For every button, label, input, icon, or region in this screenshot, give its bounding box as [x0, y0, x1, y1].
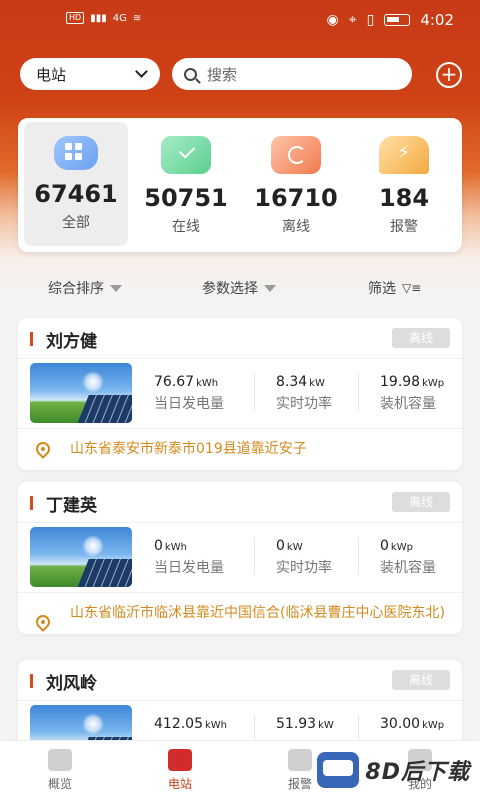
station-card-header: 丁建英 离线 — [18, 482, 462, 522]
stat-alarm[interactable]: 184 报警 — [352, 122, 456, 246]
station-metrics: 0 kWh 当日发电量 0 kW 实时功率 0 kWp 装机容量 — [18, 522, 462, 592]
metric-realtime-power: 51.93 kW — [276, 716, 334, 732]
eye-icon: ◉ — [326, 12, 339, 28]
chevron-down-icon — [135, 65, 148, 78]
station-card[interactable]: 刘风岭 离线 412.05 kWh 51.93 kW 30.00 kWp — [18, 660, 462, 750]
accent-bar — [30, 332, 33, 346]
watermark-logo: 8D后下载 — [317, 752, 470, 788]
grid-icon — [54, 136, 98, 170]
location-status-icon: ⌖ — [348, 12, 357, 28]
filter-bar: 综合排序 参数选择 筛选 ▽≡ — [0, 278, 480, 298]
tab-overview-label: 概览 — [47, 777, 72, 791]
stat-online[interactable]: 50751 在线 — [134, 122, 238, 246]
station-address: 山东省临沂市临沭县靠近中国信合(临沭县曹庄中心医院东北) — [18, 592, 462, 634]
status-bar-left: HD ▮▮▮ 4G ≋ — [66, 12, 141, 24]
stat-alarm-label: 报警 — [390, 219, 418, 235]
solar-panel-thumbnail — [30, 527, 132, 587]
solar-panel-thumbnail — [30, 363, 132, 423]
metric-daily-energy: 412.05 kWh — [154, 716, 228, 732]
location-pin-icon — [33, 612, 53, 632]
status-bar: HD ▮▮▮ 4G ≋ ◉ ⌖ ▯ 4:02 — [0, 0, 480, 40]
search-placeholder: 搜索 — [207, 65, 238, 84]
status-time: 4:02 — [420, 11, 454, 29]
station-type-select[interactable]: 电站 — [20, 58, 160, 90]
tab-overview[interactable]: 概览 — [20, 749, 100, 792]
filter-button[interactable]: 筛选 ▽≡ — [368, 278, 421, 298]
stat-online-label: 在线 — [172, 219, 200, 235]
metric-daily-energy: 0 kWh 当日发电量 — [154, 538, 224, 576]
accent-bar — [30, 496, 33, 510]
metric-daily-energy: 76.67 kWh 当日发电量 — [154, 374, 224, 412]
signal-icon: ▮▮▮ — [90, 12, 107, 24]
funnel-icon: ▽≡ — [402, 281, 422, 295]
station-card[interactable]: 刘方健 离线 76.67 kWh 当日发电量 8.34 kW 实时功率 19.98 k… — [18, 318, 462, 470]
stat-all-value: 67461 — [34, 180, 118, 208]
status-badge: 离线 — [392, 328, 450, 348]
status-badge: 离线 — [392, 670, 450, 690]
station-address: 山东省泰安市新泰市019县道靠近安子 — [18, 428, 462, 470]
param-select-dropdown[interactable]: 参数选择 — [202, 278, 276, 298]
triangle-down-icon — [110, 284, 122, 292]
tab-station[interactable]: 电站 — [140, 749, 220, 792]
triangle-down-icon — [264, 284, 276, 292]
stats-summary-card: 67461 全部 50751 在线 16710 离线 184 报警 — [18, 118, 462, 252]
station-owner-name: 刘方健 — [46, 332, 97, 352]
metric-realtime-power: 0 kW 实时功率 — [276, 538, 332, 576]
sort-label: 综合排序 — [48, 281, 104, 297]
stat-alarm-value: 184 — [378, 184, 430, 212]
vibrate-icon: ▯ — [366, 12, 375, 28]
search-row: 电站 搜索 + — [18, 58, 462, 92]
metric-capacity: 19.98 kWp 装机容量 — [380, 374, 445, 412]
battery-icon — [384, 14, 411, 26]
network-label: 4G — [112, 12, 127, 24]
tab-station-label: 电站 — [167, 777, 192, 791]
param-select-label: 参数选择 — [202, 281, 258, 297]
add-station-button[interactable]: + — [436, 62, 462, 88]
stat-offline-value: 16710 — [254, 184, 338, 212]
metric-capacity: 30.00 kWp — [380, 716, 445, 732]
status-bar-right: ◉ ⌖ ▯ 4:02 — [326, 11, 454, 29]
station-owner-name: 刘风岭 — [46, 674, 97, 694]
station-owner-name: 丁建英 — [46, 496, 97, 516]
metric-capacity: 0 kWp 装机容量 — [380, 538, 436, 576]
station-metrics: 76.67 kWh 当日发电量 8.34 kW 实时功率 19.98 kWp 装机容量 — [18, 358, 462, 428]
watermark-text: 8D后下载 — [365, 760, 470, 785]
wifi-icon: ≋ — [132, 12, 142, 24]
accent-bar — [30, 674, 33, 688]
stat-offline[interactable]: 16710 离线 — [244, 122, 348, 246]
hd-badge: HD — [66, 12, 85, 24]
stat-all[interactable]: 67461 全部 — [24, 122, 128, 246]
metric-realtime-power: 8.34 kW 实时功率 — [276, 374, 332, 412]
filter-label: 筛选 — [368, 281, 396, 297]
stat-online-value: 50751 — [144, 184, 228, 212]
alarm-icon — [288, 749, 312, 771]
station-type-value: 电站 — [36, 65, 67, 84]
station-icon — [168, 749, 192, 771]
alarm-light-icon — [379, 136, 429, 174]
divider — [254, 373, 255, 411]
stat-all-label: 全部 — [62, 215, 90, 231]
station-card-header: 刘方健 离线 — [18, 318, 462, 358]
check-icon — [161, 136, 211, 174]
sort-dropdown[interactable]: 综合排序 — [48, 278, 122, 298]
divider — [358, 537, 359, 575]
robot-logo-icon — [317, 752, 360, 788]
location-pin-icon — [33, 439, 53, 459]
divider — [254, 537, 255, 575]
divider — [358, 373, 359, 411]
bar-chart-icon — [48, 749, 72, 771]
stat-offline-label: 离线 — [282, 219, 310, 235]
search-input[interactable]: 搜索 — [172, 58, 412, 90]
disconnect-icon — [271, 136, 321, 174]
station-card[interactable]: 丁建英 离线 0 kWh 当日发电量 0 kW 实时功率 0 kWp 装机容量 山东省… — [18, 482, 462, 634]
search-icon — [184, 67, 197, 81]
status-badge: 离线 — [392, 492, 450, 512]
station-card-header: 刘风岭 离线 — [18, 660, 462, 700]
